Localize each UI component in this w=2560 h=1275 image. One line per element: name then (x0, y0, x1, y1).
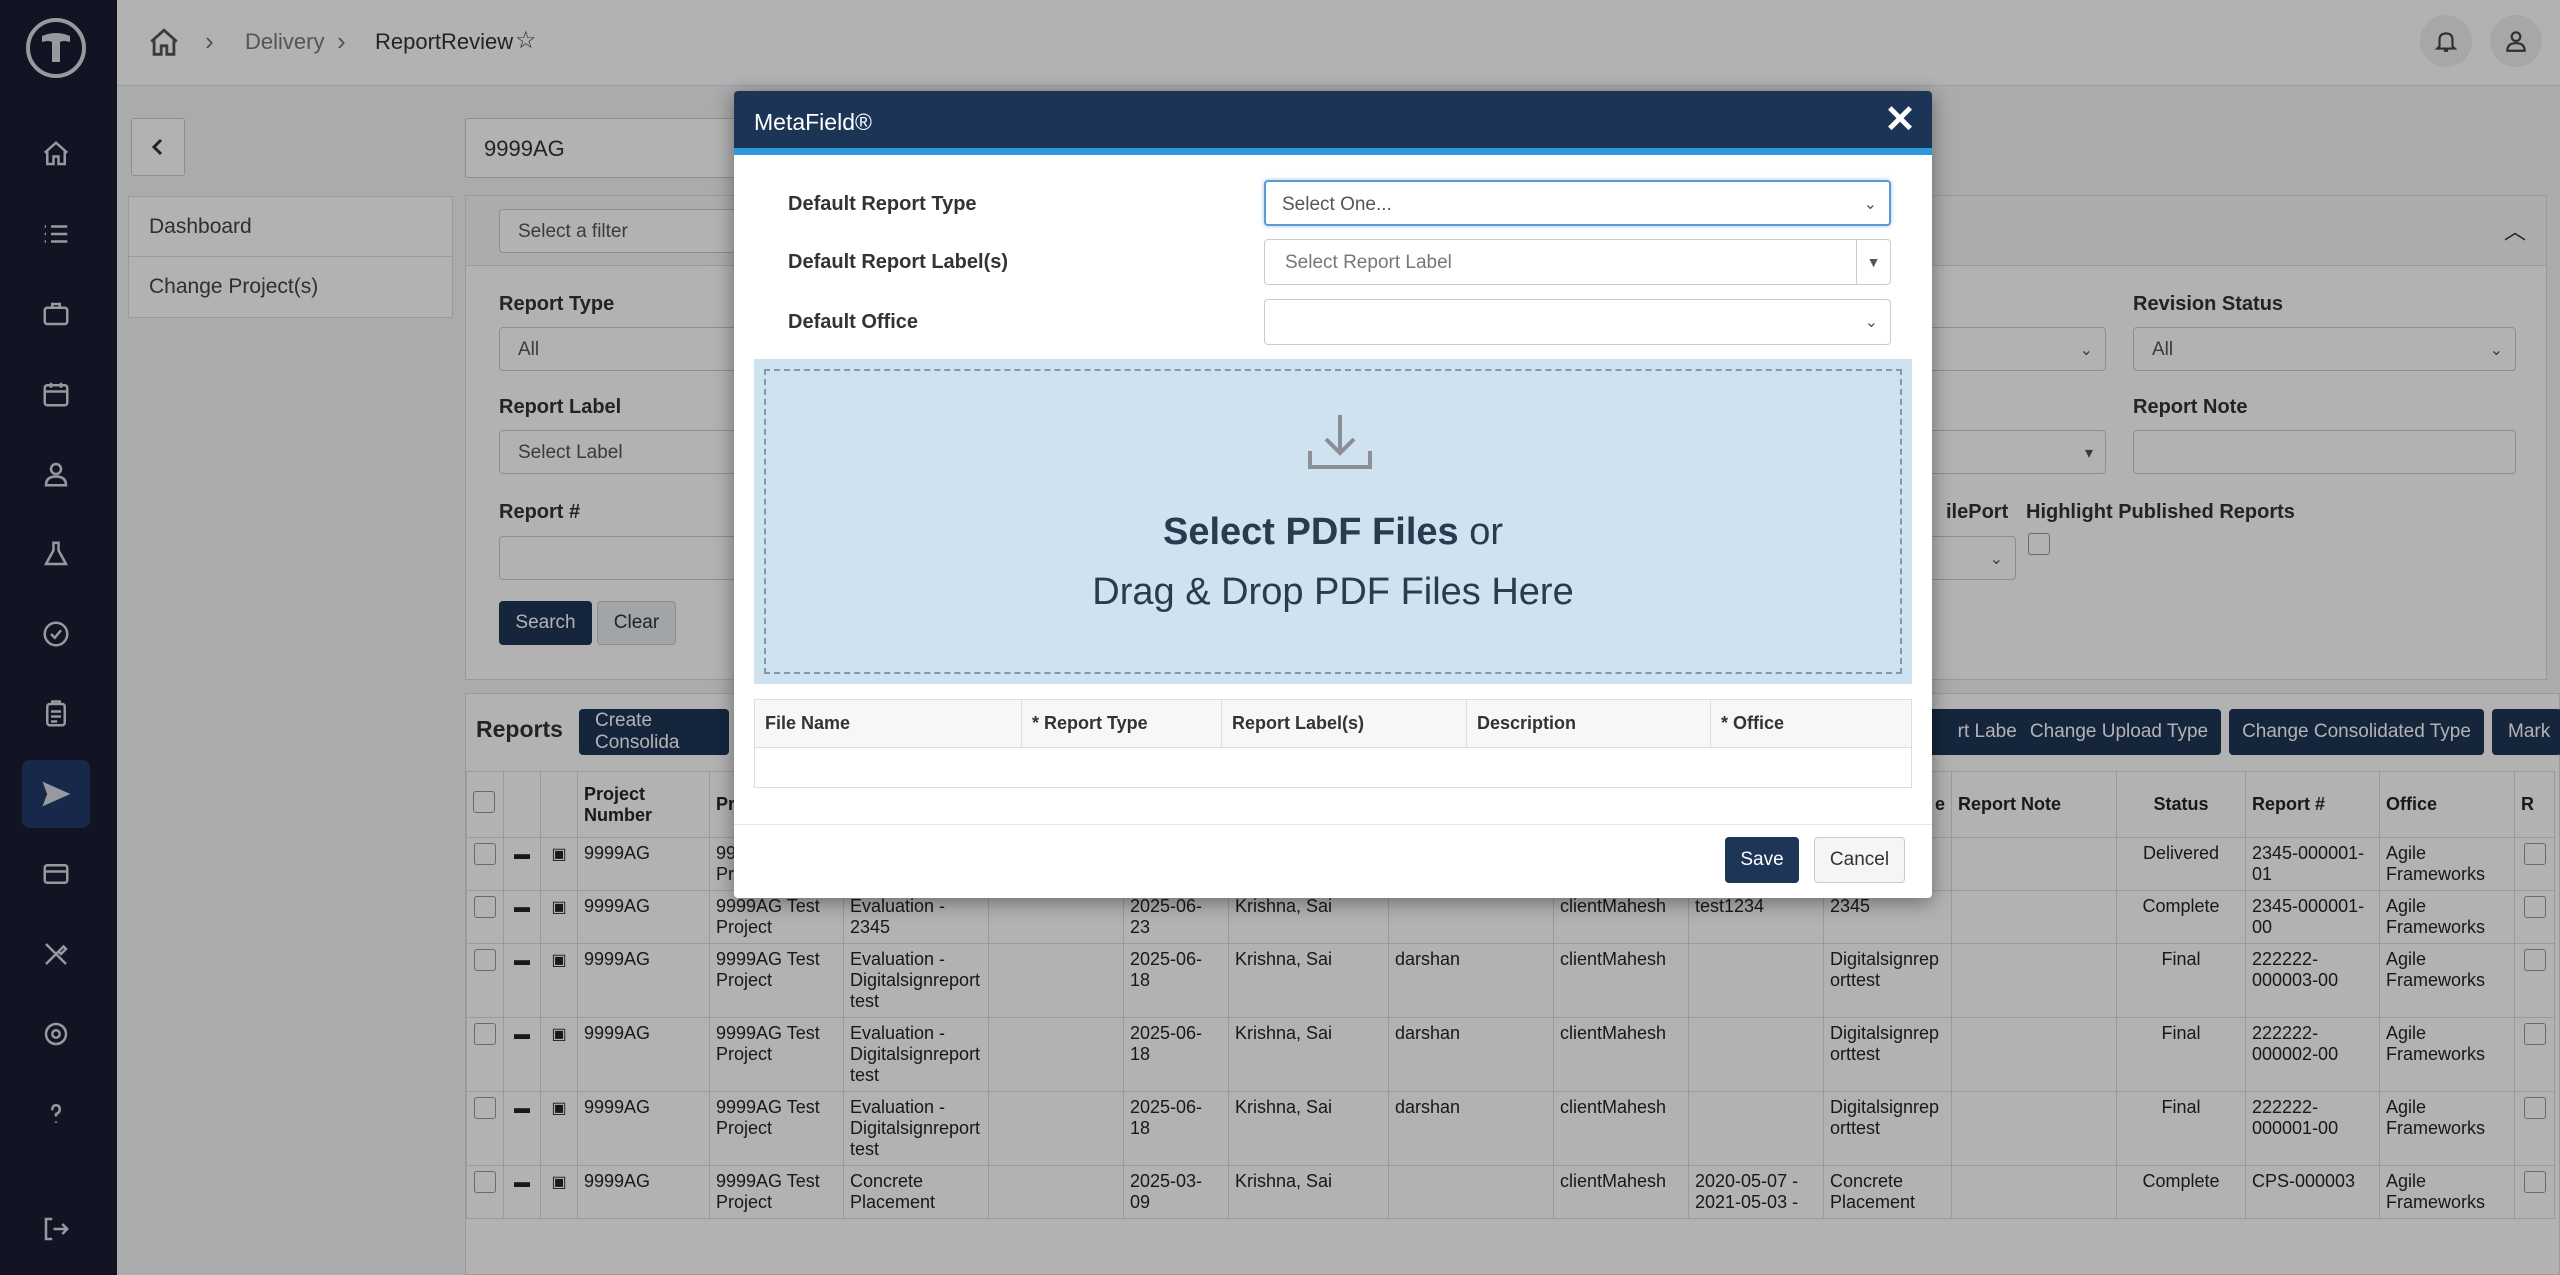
default-report-labels-label: Default Report Label(s) (788, 251, 1009, 273)
metafield-modal: MetaField® ✕ Default Report Type Select … (734, 91, 1932, 898)
close-icon[interactable]: ✕ (1884, 101, 1916, 139)
file-table-empty-row (754, 747, 1912, 788)
dropzone-border: Select PDF Files or Drag & Drop PDF File… (764, 369, 1902, 674)
col-header-report-labels: Report Label(s) (1221, 699, 1467, 748)
default-office-label: Default Office (788, 311, 919, 333)
pdf-dropzone[interactable]: Select PDF Files or Drag & Drop PDF File… (754, 359, 1912, 684)
download-icon (1306, 411, 1374, 471)
default-report-labels-placeholder: Select Report Label (1285, 252, 1452, 273)
caret-down-icon[interactable]: ▼ (1856, 240, 1890, 284)
modal-header: MetaField® ✕ (734, 91, 1932, 155)
file-table-header-row: File Name * Report Type Report Label(s) … (754, 699, 1912, 748)
chevron-down-icon: ⌄ (1863, 196, 1877, 213)
file-table: File Name * Report Type Report Label(s) … (754, 699, 1912, 788)
dropzone-line-1: Select PDF Files or (766, 511, 1900, 554)
col-header-description: Description (1466, 699, 1711, 748)
default-office-select[interactable]: ⌄ (1264, 299, 1891, 345)
default-report-type-select[interactable]: Select One... ⌄ (1264, 180, 1891, 226)
cancel-button[interactable]: Cancel (1814, 837, 1905, 883)
modal-footer: Save Cancel (734, 824, 1932, 898)
chevron-down-icon: ⌄ (1864, 314, 1878, 331)
select-pdf-files-link[interactable]: Select PDF Files (1163, 511, 1459, 553)
save-button[interactable]: Save (1725, 837, 1799, 883)
default-report-type-label: Default Report Type (788, 193, 977, 215)
modal-title: MetaField® (754, 109, 872, 135)
col-header-office: * Office (1710, 699, 1912, 748)
dropzone-line-2: Drag & Drop PDF Files Here (1092, 571, 1574, 613)
empty-cell (754, 747, 1912, 788)
default-report-type-value: Select One... (1282, 194, 1392, 215)
col-header-file-name: File Name (754, 699, 1022, 748)
col-header-report-type: * Report Type (1021, 699, 1222, 748)
default-report-labels-select[interactable]: Select Report Label ▼ (1264, 239, 1891, 285)
dropzone-or-text: or (1458, 511, 1504, 553)
